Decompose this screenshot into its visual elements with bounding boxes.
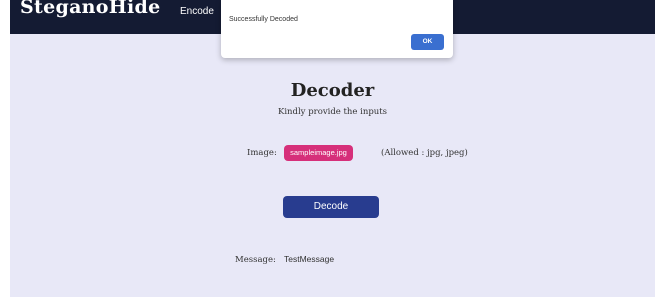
message-value: TestMessage [284,254,335,264]
nav-link-encode[interactable]: Encode [180,6,214,17]
decode-button[interactable]: Decode [283,196,379,218]
alert-dialog: Successfully Decoded OK [221,0,453,58]
page-title: Decoder [290,80,375,101]
image-label: Image: [247,148,277,158]
allowed-formats-note: (Allowed : jpg, jpeg) [381,148,468,158]
image-file-input[interactable]: sampleimage.jpg [284,145,353,161]
dialog-ok-button[interactable]: OK [411,34,444,50]
page-subtitle: Kindly provide the inputs [277,107,388,117]
dialog-message: Successfully Decoded [229,16,298,23]
message-label: Message: [235,255,276,265]
brand-logo[interactable]: SteganoHide [20,0,161,18]
